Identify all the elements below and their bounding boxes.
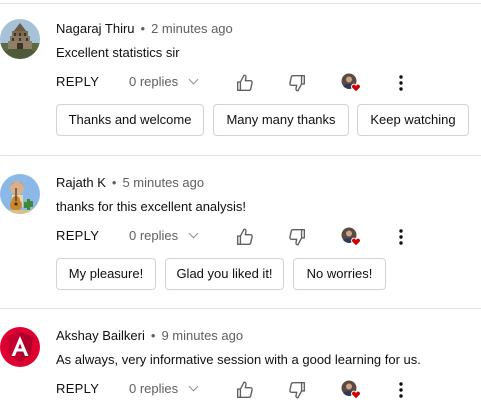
comment-text: Excellent statistics sir [56, 45, 180, 60]
suggested-reply-chip[interactable]: My pleasure! [56, 258, 156, 290]
replies-count: 0 replies [129, 74, 179, 89]
comment-header: Nagaraj Thiru • 2 minutes ago [56, 21, 233, 36]
chevron-down-icon [188, 74, 199, 85]
comment-timestamp[interactable]: 9 minutes ago [161, 328, 243, 343]
more-vert-icon[interactable] [390, 379, 412, 401]
creator-heart-avatar[interactable] [340, 379, 362, 401]
suggested-reply-chip[interactable]: Keep watching [357, 104, 469, 136]
replies-count: 0 replies [129, 228, 179, 243]
replies-count: 0 replies [129, 381, 179, 396]
thumbs-up-icon[interactable] [234, 226, 256, 248]
comment-text: As always, very informative session with… [56, 352, 421, 367]
comment-header: Rajath K • 5 minutes ago [56, 175, 204, 190]
view-replies-button[interactable]: 0 replies [129, 381, 199, 396]
comment-author[interactable]: Rajath K [56, 175, 106, 190]
divider [0, 155, 481, 156]
reply-button[interactable]: REPLY [56, 74, 99, 89]
more-vert-icon[interactable] [390, 72, 412, 94]
comment-author[interactable]: Akshay Bailkeri [56, 328, 145, 343]
comment-text: thanks for this excellent analysis! [56, 199, 247, 214]
thumbs-down-icon[interactable] [286, 226, 308, 248]
thumbs-up-icon[interactable] [234, 72, 256, 94]
chevron-down-icon [188, 381, 199, 392]
thumbs-up-icon[interactable] [234, 379, 256, 401]
suggested-reply-chip[interactable]: Many many thanks [213, 104, 349, 136]
avatar-akshay-bailkeri[interactable] [0, 327, 40, 367]
comment-actions: REPLY 0 replies [56, 379, 476, 403]
divider [0, 308, 481, 309]
comment-author[interactable]: Nagaraj Thiru [56, 21, 135, 36]
comment-actions: REPLY 0 replies [56, 72, 476, 96]
suggested-reply-chip[interactable]: No worries! [293, 258, 386, 290]
more-vert-icon[interactable] [390, 226, 412, 248]
chevron-down-icon [188, 228, 199, 239]
comment-actions: REPLY 0 replies [56, 226, 476, 250]
reply-button[interactable]: REPLY [56, 228, 99, 243]
comment-header: Akshay Bailkeri • 9 minutes ago [56, 328, 243, 343]
divider-top [0, 3, 481, 4]
suggested-reply-chip[interactable]: Glad you liked it! [165, 258, 284, 290]
suggested-reply-chip[interactable]: Thanks and welcome [56, 104, 204, 136]
avatar-nagaraj-thiru[interactable] [0, 19, 40, 59]
avatar-rajath-k[interactable] [0, 174, 40, 214]
creator-heart-avatar[interactable] [340, 72, 362, 94]
separator-dot: • [150, 328, 156, 343]
thumbs-down-icon[interactable] [286, 72, 308, 94]
thumbs-down-icon[interactable] [286, 379, 308, 401]
separator-dot: • [111, 175, 117, 190]
comment-timestamp[interactable]: 2 minutes ago [151, 21, 233, 36]
view-replies-button[interactable]: 0 replies [129, 74, 199, 89]
separator-dot: • [140, 21, 146, 36]
reply-button[interactable]: REPLY [56, 381, 99, 396]
creator-heart-avatar[interactable] [340, 226, 362, 248]
view-replies-button[interactable]: 0 replies [129, 228, 199, 243]
comment-timestamp[interactable]: 5 minutes ago [122, 175, 204, 190]
